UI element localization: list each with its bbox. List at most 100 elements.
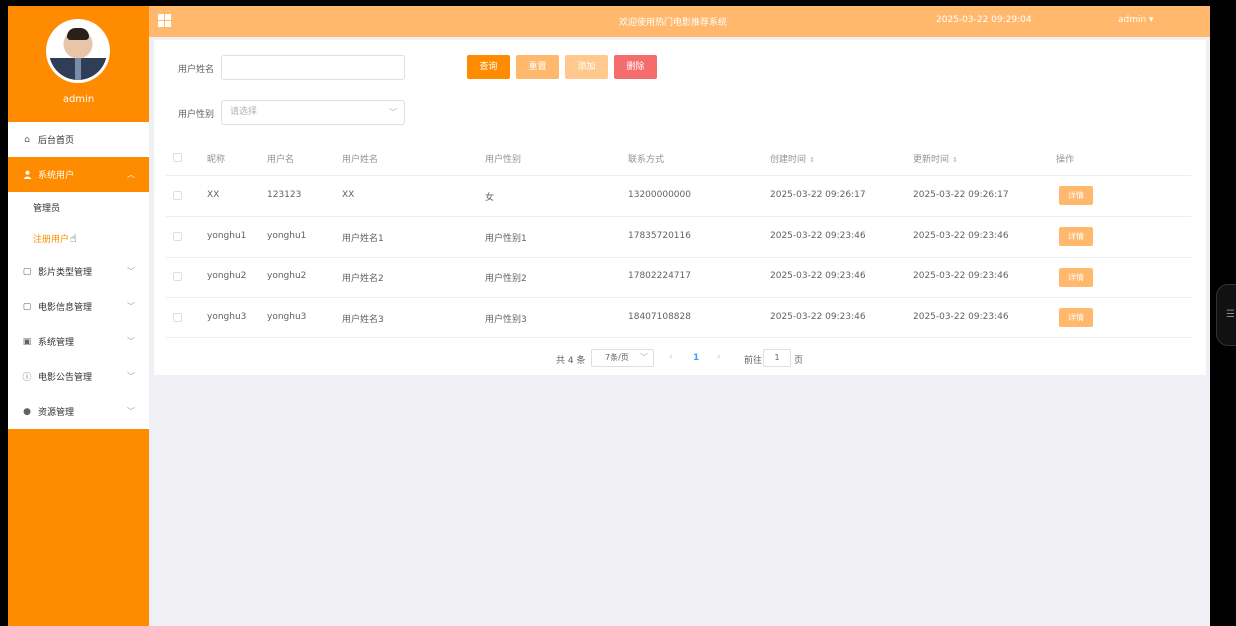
detail-button[interactable]: 详情 — [1059, 308, 1093, 327]
sidebar-item-film-types[interactable]: ▢ 影片类型管理 ﹀ — [8, 254, 149, 289]
sidebar-item-label: 管理员 — [33, 204, 61, 214]
cell-created: 2025-03-22 09:23:46 — [770, 231, 866, 241]
divider — [166, 297, 1191, 298]
sidebar: admin ⌂ 后台首页 系统用户 ︿ 管理员 注册用户 ☝ ▢ 影片类型管理 … — [8, 6, 149, 626]
cell-username: yonghu1 — [267, 231, 307, 241]
row-checkbox[interactable] — [173, 313, 182, 322]
chevron-down-icon: ﹀ — [640, 353, 648, 362]
cell-nickname: yonghu1 — [207, 231, 247, 241]
detail-button[interactable]: 详情 — [1059, 186, 1093, 205]
select-all-checkbox[interactable] — [173, 153, 182, 162]
row-checkbox[interactable] — [173, 272, 182, 281]
cell-nickname: yonghu2 — [207, 271, 247, 281]
detail-button[interactable]: 详情 — [1059, 268, 1093, 287]
image-icon: ▣ — [22, 336, 32, 347]
home-icon: ⌂ — [24, 134, 30, 145]
column-header-contact: 联系方式 — [628, 155, 665, 165]
divider — [166, 337, 1191, 338]
goto-page-input[interactable]: 1 — [763, 349, 791, 367]
location-icon: ● — [23, 406, 31, 417]
menu-grid-icon[interactable] — [158, 14, 171, 27]
sidebar-item-label: 系统用户 — [38, 171, 75, 181]
divider — [166, 257, 1191, 258]
sort-icon: ⇕ — [809, 156, 815, 164]
sidebar-item-system[interactable]: ▣ 系统管理 ﹀ — [8, 324, 149, 359]
cell-username: yonghu2 — [267, 271, 307, 281]
sort-icon: ⇕ — [952, 156, 958, 164]
side-drawer-handle[interactable]: ☰ — [1216, 284, 1236, 346]
list-icon: ☰ — [1226, 309, 1235, 320]
name-input[interactable] — [221, 55, 405, 80]
cell-gender: 用户性别1 — [485, 234, 527, 244]
hand-cursor-icon: ☝ — [70, 232, 77, 245]
prev-page-icon[interactable]: ‹ — [669, 352, 673, 362]
query-button[interactable]: 查询 — [467, 55, 510, 79]
row-checkbox[interactable] — [173, 232, 182, 241]
column-header-label: 创建时间 — [770, 155, 807, 165]
cell-nickname: XX — [207, 190, 220, 200]
detail-button[interactable]: 详情 — [1059, 227, 1093, 246]
cell-updated: 2025-03-22 09:23:46 — [913, 312, 1009, 322]
sidebar-item-label: 注册用户 — [33, 235, 70, 245]
cell-fullname: 用户姓名3 — [342, 315, 384, 325]
cell-contact: 18407108828 — [628, 312, 691, 322]
column-header-updated[interactable]: 更新时间 ⇕ — [913, 152, 958, 165]
column-header-username: 用户名 — [267, 155, 295, 165]
top-header: 欢迎使用热门电影推荐系统 2025-03-22 09:29:04 admin ▾ — [149, 6, 1210, 37]
cell-updated: 2025-03-22 09:23:46 — [913, 271, 1009, 281]
sidebar-item-registered-users[interactable]: 注册用户 ☝ — [8, 223, 149, 254]
page-title: 欢迎使用热门电影推荐系统 — [619, 18, 728, 28]
page-size-select[interactable]: 7条/页 ﹀ — [591, 349, 654, 367]
column-header-fullname: 用户姓名 — [342, 155, 379, 165]
cell-contact: 17802224717 — [628, 271, 691, 281]
avatar[interactable] — [46, 19, 110, 83]
cell-created: 2025-03-22 09:23:46 — [770, 312, 866, 322]
gender-label: 用户性别 — [178, 110, 215, 120]
divider — [166, 175, 1191, 176]
cell-gender: 女 — [485, 193, 495, 203]
sidebar-item-admins[interactable]: 管理员 — [8, 192, 149, 223]
main-card: 用户姓名 查询 重置 添加 删除 用户性别 请选择 ﹀ 昵称 用户名 用户姓名 … — [154, 40, 1206, 375]
cell-created: 2025-03-22 09:23:46 — [770, 271, 866, 281]
page-size-value: 7条/页 — [605, 353, 629, 362]
chevron-down-icon: ﹀ — [127, 407, 135, 416]
sidebar-item-announcements[interactable]: ⓘ 电影公告管理 ﹀ — [8, 359, 149, 394]
divider — [166, 216, 1191, 217]
gender-select[interactable]: 请选择 ﹀ — [221, 100, 405, 125]
sidebar-item-label: 影片类型管理 — [38, 268, 93, 278]
sidebar-item-home[interactable]: ⌂ 后台首页 — [8, 122, 149, 157]
app-window: admin ⌂ 后台首页 系统用户 ︿ 管理员 注册用户 ☝ ▢ 影片类型管理 … — [0, 0, 1236, 626]
name-label: 用户姓名 — [178, 65, 215, 75]
gender-select-placeholder: 请选择 — [230, 107, 258, 117]
add-button[interactable]: 添加 — [565, 55, 608, 79]
column-header-created[interactable]: 创建时间 ⇕ — [770, 152, 815, 165]
cell-fullname: XX — [342, 190, 355, 200]
cell-created: 2025-03-22 09:26:17 — [770, 190, 866, 200]
sidebar-item-label: 后台首页 — [38, 136, 75, 146]
sidebar-item-label: 电影信息管理 — [38, 303, 93, 313]
column-header-actions: 操作 — [1056, 155, 1075, 165]
user-icon — [22, 170, 32, 180]
reset-button[interactable]: 重置 — [516, 55, 559, 79]
cell-username: yonghu3 — [267, 312, 307, 322]
column-header-label: 更新时间 — [913, 155, 950, 165]
page-number-current[interactable]: 1 — [693, 353, 699, 363]
cell-updated: 2025-03-22 09:26:17 — [913, 190, 1009, 200]
sidebar-menu: ⌂ 后台首页 系统用户 ︿ 管理员 注册用户 ☝ ▢ 影片类型管理 ﹀ ▢ 电影… — [8, 122, 149, 429]
row-checkbox[interactable] — [173, 191, 182, 200]
sidebar-item-system-users[interactable]: 系统用户 ︿ — [8, 157, 149, 192]
avatar-photo — [49, 22, 107, 80]
cell-gender: 用户性别2 — [485, 274, 527, 284]
next-page-icon[interactable]: › — [717, 352, 721, 362]
sidebar-item-label: 系统管理 — [38, 338, 75, 348]
cell-updated: 2025-03-22 09:23:46 — [913, 231, 1009, 241]
cell-nickname: yonghu3 — [207, 312, 247, 322]
cell-contact: 13200000000 — [628, 190, 691, 200]
user-dropdown[interactable]: admin ▾ — [1118, 15, 1154, 25]
sidebar-item-movie-info[interactable]: ▢ 电影信息管理 ﹀ — [8, 289, 149, 324]
sidebar-item-resources[interactable]: ● 资源管理 ﹀ — [8, 394, 149, 429]
sidebar-username: admin — [62, 94, 95, 105]
chevron-down-icon: ﹀ — [389, 108, 397, 117]
delete-button[interactable]: 删除 — [614, 55, 657, 79]
cell-fullname: 用户姓名2 — [342, 274, 384, 284]
